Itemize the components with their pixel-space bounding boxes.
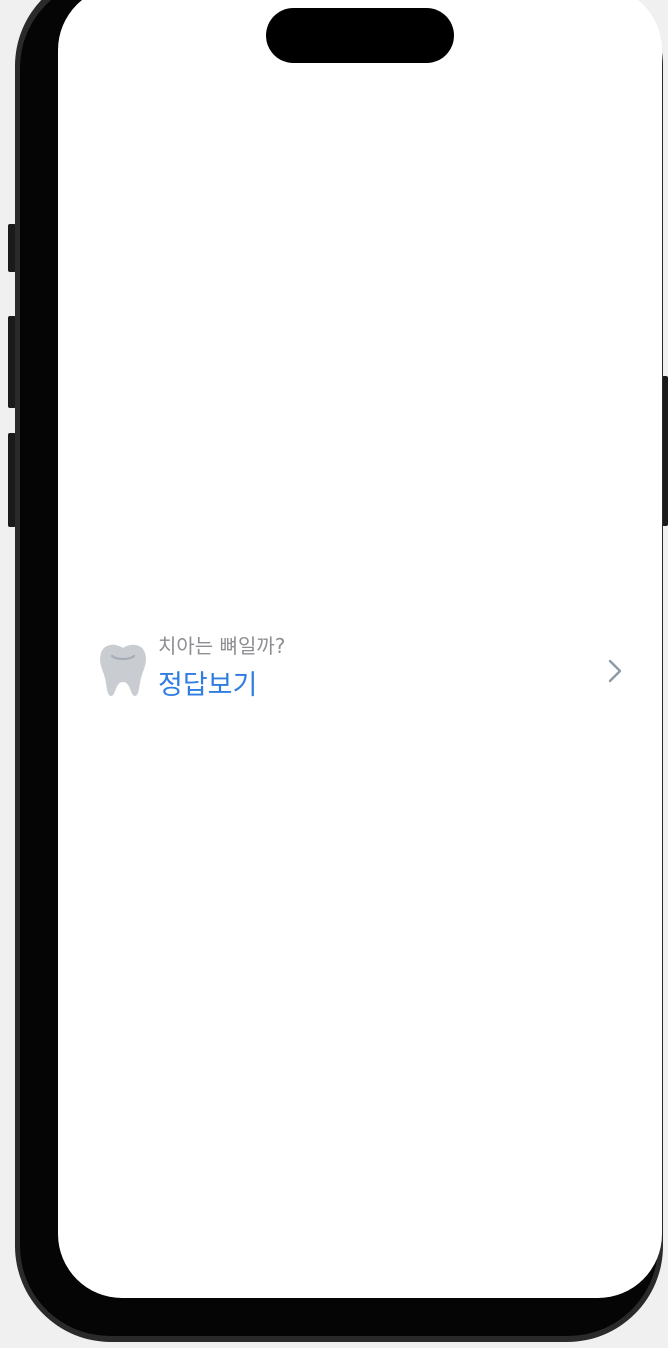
simulator-stage: 치아는 뼈일까? 정답보기 [0, 0, 668, 1348]
phone-bezel: 치아는 뼈일까? 정답보기 [20, 0, 662, 1336]
show-answer-link[interactable]: 정답보기 [158, 666, 285, 706]
tooth-icon [98, 642, 148, 700]
quiz-text-block: 치아는 뼈일까? 정답보기 [158, 632, 285, 706]
phone-screen: 치아는 뼈일까? 정답보기 [58, 0, 662, 1298]
quiz-question: 치아는 뼈일까? [158, 634, 286, 658]
chevron-right-icon [608, 659, 622, 683]
quiz-list-row[interactable]: 치아는 뼈일까? 정답보기 [58, 626, 662, 716]
dynamic-island [266, 8, 454, 63]
